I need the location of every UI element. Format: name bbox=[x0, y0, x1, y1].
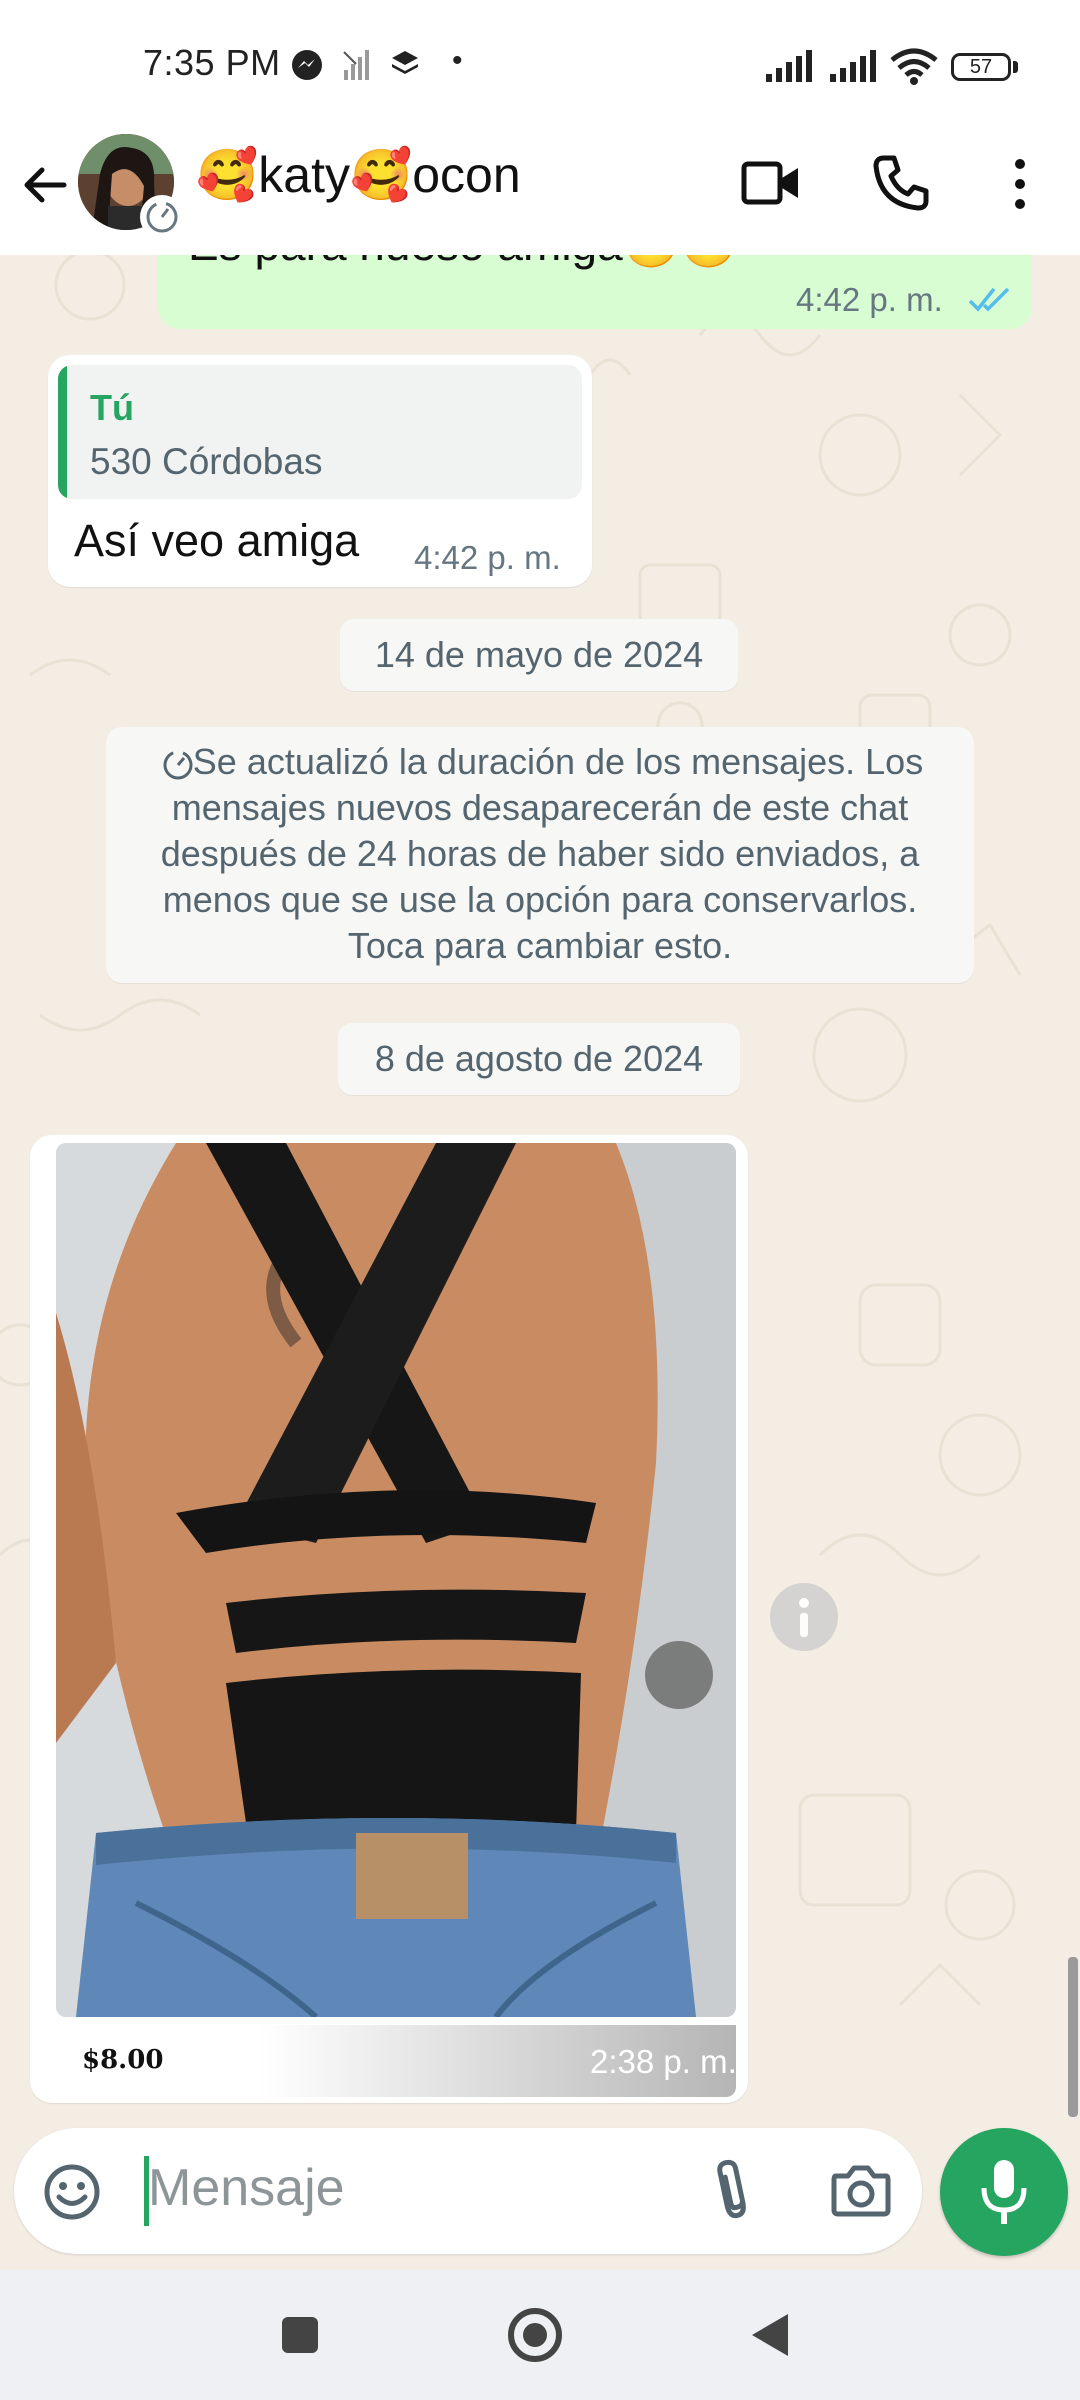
home-icon[interactable] bbox=[506, 2306, 564, 2364]
back-nav-icon[interactable] bbox=[748, 2310, 792, 2360]
quote-text: 530 Córdobas bbox=[90, 441, 323, 482]
phone-icon[interactable] bbox=[872, 154, 930, 212]
signal-icon bbox=[766, 50, 812, 82]
microphone-button[interactable] bbox=[940, 2128, 1068, 2256]
system-message[interactable]: Se actualizó la duración de los mensajes… bbox=[106, 727, 974, 983]
attach-icon[interactable] bbox=[710, 2158, 754, 2224]
photo-image bbox=[56, 1143, 736, 2017]
emoji-icon[interactable] bbox=[42, 2162, 102, 2222]
message-text: Es para nueso amiga🤒🤒 bbox=[188, 255, 737, 272]
camera-icon[interactable] bbox=[830, 2162, 892, 2218]
outgoing-message[interactable]: Es para nueso amiga🤒🤒 4:42 p. m. bbox=[158, 255, 1032, 329]
wifi-icon bbox=[890, 48, 938, 85]
status-time: 7:35 PM bbox=[143, 42, 281, 83]
quoted-message[interactable]: Tú 530 Córdobas bbox=[58, 365, 582, 499]
price-tag: $8.00 bbox=[82, 2045, 164, 2075]
info-button[interactable] bbox=[770, 1583, 838, 1651]
message-input[interactable]: Mensaje bbox=[14, 2128, 922, 2254]
chat-messages[interactable]: Es para nueso amiga🤒🤒 4:42 p. m. Tú 530 … bbox=[0, 255, 1080, 2128]
scrollbar-thumb[interactable] bbox=[1068, 1957, 1078, 2117]
quote-author: Tú bbox=[90, 387, 134, 428]
signal-icon bbox=[830, 50, 876, 82]
disappearing-timer-badge bbox=[140, 195, 184, 239]
status-dot: • bbox=[452, 44, 463, 77]
signal-off-icon bbox=[343, 50, 369, 80]
system-navigation-bar bbox=[0, 2270, 1080, 2400]
messenger-icon bbox=[292, 50, 322, 80]
contact-name[interactable]: 🥰katy🥰ocon bbox=[196, 146, 521, 205]
incoming-message[interactable]: Tú 530 Córdobas Así veo amiga 4:42 p. m. bbox=[48, 355, 592, 587]
message-time: 4:42 p. m. bbox=[796, 281, 943, 318]
back-arrow-icon[interactable] bbox=[20, 160, 70, 210]
message-time: 4:42 p. m. bbox=[414, 539, 561, 576]
recent-apps-icon[interactable] bbox=[280, 2315, 320, 2355]
chat-header: 🥰katy🥰ocon bbox=[0, 120, 1080, 255]
product-photo[interactable] bbox=[56, 1143, 736, 2017]
video-call-icon[interactable] bbox=[740, 158, 802, 208]
date-separator: 8 de agosto de 2024 bbox=[338, 1023, 740, 1095]
info-icon bbox=[799, 1598, 809, 1637]
microphone-icon bbox=[981, 2160, 1027, 2224]
composer: Mensaje bbox=[0, 2128, 1080, 2270]
timer-icon bbox=[146, 201, 178, 233]
read-ticks-icon bbox=[968, 287, 1010, 312]
message-time: 2:38 p. m. bbox=[590, 2043, 737, 2080]
message-placeholder: Mensaje bbox=[148, 2159, 345, 2217]
status-bar: 7:35 PM • 57 bbox=[0, 0, 1080, 120]
message-text: Así veo amiga bbox=[74, 515, 360, 566]
quote-bar bbox=[58, 365, 67, 499]
system-message-text: Se actualizó la duración de los mensajes… bbox=[160, 741, 924, 966]
battery-tip bbox=[1013, 61, 1018, 73]
more-vertical-icon[interactable] bbox=[1000, 156, 1040, 212]
layers-icon bbox=[392, 51, 418, 74]
date-separator: 14 de mayo de 2024 bbox=[340, 619, 738, 691]
battery-icon: 57 bbox=[951, 53, 1011, 81]
image-message[interactable]: $8.00 2:38 p. m. bbox=[30, 1135, 748, 2103]
